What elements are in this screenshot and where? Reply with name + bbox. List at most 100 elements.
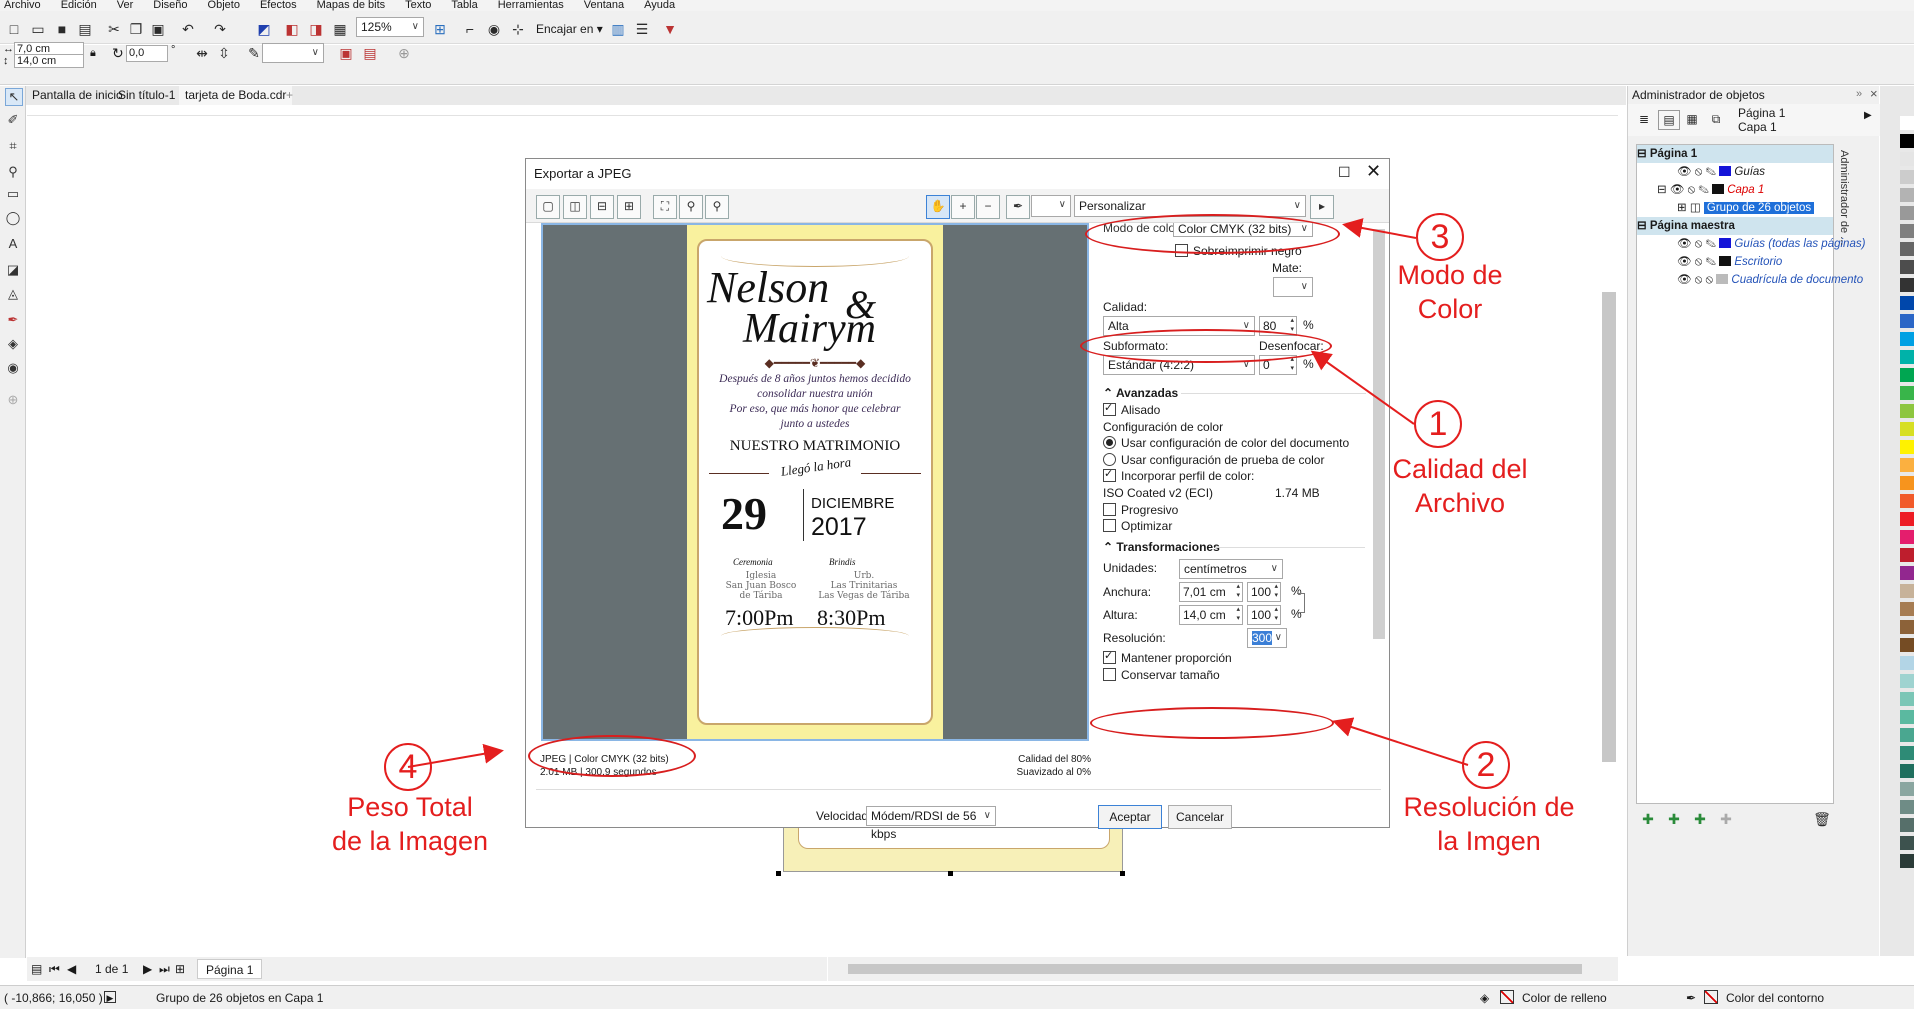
color-swatch[interactable]: [1900, 152, 1914, 166]
color-swatch[interactable]: [1900, 368, 1914, 382]
zoom-in-icon[interactable]: +: [951, 195, 975, 219]
collapse-icon[interactable]: »: [1856, 88, 1862, 100]
scroll-thumb[interactable]: [848, 964, 1582, 974]
color-swatch[interactable]: [1900, 584, 1914, 598]
new-tab-icon[interactable]: +: [280, 86, 299, 105]
transparency-tool-icon[interactable]: ◬: [5, 286, 21, 302]
use-proof-color-radio[interactable]: Usar configuración de prueba de color: [1103, 453, 1324, 467]
lock-ratio-icon[interactable]: 🔒︎: [90, 47, 96, 60]
color-swatch[interactable]: [1900, 278, 1914, 292]
no-outline-swatch[interactable]: [1704, 990, 1718, 1004]
ungroup-icon[interactable]: ▤: [360, 44, 380, 62]
color-swatch[interactable]: [1900, 602, 1914, 616]
page-tab[interactable]: Página 1: [197, 959, 263, 979]
color-swatch[interactable]: [1900, 710, 1914, 724]
crop-tool-icon[interactable]: ⌗: [5, 138, 21, 154]
units-select[interactable]: centímetros: [1179, 559, 1283, 579]
color-swatch[interactable]: [1900, 728, 1914, 742]
status-play-icon[interactable]: ▶: [104, 991, 116, 1003]
color-swatch[interactable]: [1900, 818, 1914, 832]
color-swatch[interactable]: [1900, 674, 1914, 688]
color-swatch[interactable]: [1900, 224, 1914, 238]
transforms-section[interactable]: ⌃ Transformaciones: [1103, 540, 1220, 554]
text-tool-icon[interactable]: A: [5, 236, 21, 252]
progressive-checkbox[interactable]: Progresivo: [1103, 503, 1178, 517]
print-icon[interactable]: ▤: [75, 20, 95, 38]
color-swatch[interactable]: [1900, 170, 1914, 184]
publish-pdf-icon[interactable]: ▦: [330, 20, 350, 38]
last-page-icon[interactable]: ⏭︎: [159, 957, 170, 981]
horizontal-scrollbar[interactable]: [828, 957, 1618, 981]
keep-ratio-checkbox[interactable]: Mantener proporción: [1103, 649, 1232, 665]
color-swatch[interactable]: [1900, 404, 1914, 418]
height-input[interactable]: 14,0 cm: [1179, 605, 1243, 625]
menu-item[interactable]: Texto: [405, 0, 431, 11]
rotation-angle-field[interactable]: 0,0: [126, 45, 168, 62]
zoom-level-select[interactable]: 125%: [356, 17, 424, 37]
tree-guides[interactable]: 👁︎ ⦸ ✎ Guías: [1677, 163, 1765, 181]
pan-hand-icon[interactable]: ✋: [926, 195, 950, 219]
selection-handle[interactable]: [1120, 871, 1125, 876]
color-swatch[interactable]: [1900, 242, 1914, 256]
menu-item[interactable]: Ver: [117, 0, 134, 11]
color-swatch[interactable]: [1900, 692, 1914, 706]
redo-icon[interactable]: ↷: [210, 20, 230, 38]
menu-item[interactable]: Ayuda: [644, 0, 675, 11]
height-percent-input[interactable]: 100: [1247, 605, 1281, 625]
next-page-icon[interactable]: ▶: [143, 957, 152, 981]
zoom-tool-icon[interactable]: ⚲: [5, 164, 21, 180]
zoom-out-icon[interactable]: −: [976, 195, 1000, 219]
search-content-icon[interactable]: ◩: [254, 20, 274, 38]
zoom-100-icon[interactable]: ⚲: [705, 195, 729, 219]
export-icon[interactable]: ◨: [306, 20, 326, 38]
undo-icon[interactable]: ↶: [178, 20, 198, 38]
optimize-checkbox[interactable]: Optimizar: [1103, 519, 1172, 533]
use-document-color-radio[interactable]: Usar configuración de color del document…: [1103, 436, 1349, 450]
preset-menu-arrow-icon[interactable]: ▸: [1310, 195, 1334, 219]
color-swatch[interactable]: [1900, 350, 1914, 364]
close-icon[interactable]: ✕: [1366, 161, 1381, 182]
full-screen-preview-icon[interactable]: ⊞: [430, 20, 450, 38]
eyedropper-tool-icon[interactable]: ✒: [5, 312, 21, 328]
color-swatch[interactable]: [1900, 314, 1914, 328]
smart-fill-tool-icon[interactable]: ◉: [5, 360, 21, 376]
snap-to-dropdown[interactable]: Encajar en ▾: [536, 20, 603, 38]
outline-pen-icon[interactable]: ✎: [244, 44, 264, 62]
color-swatch[interactable]: [1900, 188, 1914, 202]
selection-handle[interactable]: [776, 871, 781, 876]
color-swatch[interactable]: [1900, 800, 1914, 814]
shape-tool-icon[interactable]: ✐: [5, 112, 21, 128]
tab-untitled[interactable]: Sin título-1: [112, 86, 181, 105]
fill-tool-icon[interactable]: ◈: [5, 336, 21, 352]
advanced-section[interactable]: ⌃ Avanzadas: [1103, 386, 1178, 400]
color-swatch[interactable]: [1900, 296, 1914, 310]
view-manager-icon[interactable]: ⧉: [1706, 110, 1726, 128]
new-master-layer-icon[interactable]: ✚: [1664, 810, 1684, 828]
tab-wedding-card[interactable]: tarjeta de Boda.cdr: [179, 86, 293, 105]
layers-icon[interactable]: ≣: [1634, 110, 1654, 128]
tree-desktop[interactable]: 👁︎ ⦸ ✎ Escritorio: [1677, 253, 1782, 271]
page-options-icon[interactable]: ▤: [31, 957, 42, 981]
open-folder-icon[interactable]: ▭: [28, 20, 48, 38]
save-icon[interactable]: ■: [52, 20, 72, 38]
color-swatch[interactable]: [1900, 458, 1914, 472]
color-swatch[interactable]: [1900, 836, 1914, 850]
group-icon[interactable]: ▣: [336, 44, 356, 62]
panel-menu-arrow-icon[interactable]: ▶: [1864, 110, 1872, 121]
cut-icon[interactable]: ✂: [104, 20, 124, 38]
menu-item[interactable]: Tabla: [451, 0, 477, 11]
guidelines-icon[interactable]: ⊹: [508, 20, 528, 38]
color-swatch[interactable]: [1900, 116, 1914, 130]
matte-color-picker[interactable]: [1031, 195, 1071, 217]
tree-master-page[interactable]: ⊟ Página maestra: [1637, 217, 1833, 235]
no-fill-swatch[interactable]: [1500, 990, 1514, 1004]
shadow-tool-icon[interactable]: ◪: [5, 262, 21, 278]
color-swatch[interactable]: [1900, 764, 1914, 778]
options-icon[interactable]: ▥: [608, 20, 628, 38]
previous-page-icon[interactable]: ◀: [67, 957, 76, 981]
color-swatch[interactable]: [1900, 206, 1914, 220]
menu-item[interactable]: Herramientas: [498, 0, 564, 11]
quad-view-icon[interactable]: ⊞: [617, 195, 641, 219]
add-page-icon[interactable]: ⊞: [175, 957, 185, 981]
color-swatch[interactable]: [1900, 782, 1914, 796]
